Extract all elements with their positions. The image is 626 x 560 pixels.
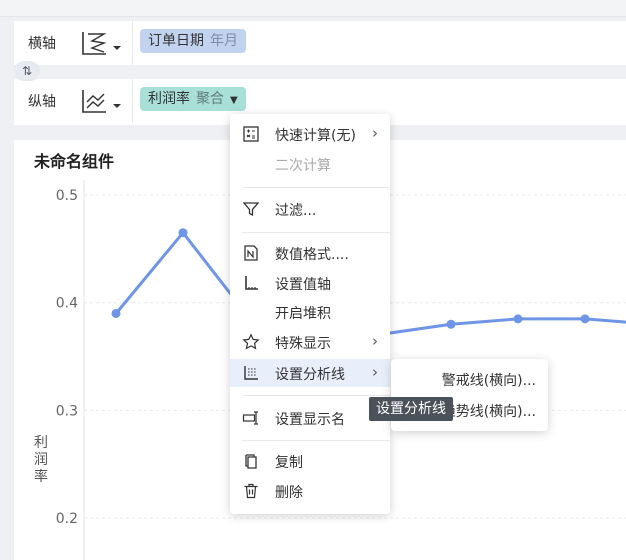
menu-item-enable-stack[interactable]: 开启堆积	[230, 298, 390, 326]
data-point	[111, 308, 121, 318]
filter-icon	[242, 200, 260, 218]
y-tick-label: 0.5	[56, 188, 78, 204]
x-axis-field-name: 订单日期	[148, 33, 204, 49]
star-icon	[242, 333, 260, 351]
menu-item-copy[interactable]: 复制	[230, 447, 390, 475]
menu-separator	[242, 395, 390, 396]
data-point	[513, 314, 523, 324]
menu-item-delete[interactable]: 删除	[230, 477, 390, 505]
copy-icon	[242, 452, 260, 470]
menu-separator	[242, 187, 390, 188]
y-tick-label: 0.3	[56, 403, 78, 419]
tooltip: 设置分析线	[369, 397, 453, 421]
y-axis-aggregation: 聚合	[196, 91, 224, 107]
x-axis-divider	[132, 21, 133, 65]
menu-item-value-axis[interactable]: 设置值轴	[230, 269, 390, 297]
menu-item-secondary-calc: 二次计算	[230, 150, 390, 178]
y-axis-label: 纵轴	[28, 94, 56, 110]
x-axis-label: 横轴	[28, 36, 56, 52]
caret-down-icon[interactable]: ▼	[230, 95, 238, 106]
line-chart-icon[interactable]	[80, 86, 124, 116]
number-format-icon	[242, 244, 260, 262]
menu-item-label: 数值格式....	[275, 247, 349, 263]
analysis-line-icon	[242, 364, 260, 382]
menu-item-label: 特殊显示	[275, 336, 331, 352]
data-point	[446, 319, 456, 329]
context-menu: 快速计算(无) › 二次计算 过滤... 数值格式.... 设置值轴 开启堆积 …	[230, 114, 390, 514]
submenu-item-trend-line[interactable]: 趋势线(横向)...	[442, 401, 536, 421]
axis-panel: 横轴 订单日期 年月 纵轴 利润率 聚合 ▼	[14, 21, 626, 125]
axis-chart-icon[interactable]	[80, 28, 124, 58]
y-axis-divider	[132, 79, 133, 123]
menu-item-quick-calc[interactable]: 快速计算(无) ›	[230, 120, 390, 148]
y-axis-field-pill[interactable]: 利润率 聚合 ▼	[140, 87, 246, 111]
data-point	[580, 314, 590, 324]
axis-separator	[14, 65, 626, 79]
trash-icon	[242, 482, 260, 500]
chevron-right-icon: ›	[372, 363, 378, 381]
menu-item-label: 设置值轴	[275, 277, 331, 293]
menu-separator	[242, 440, 390, 441]
menu-item-label: 快速计算(无)	[275, 128, 356, 144]
menu-item-display-name[interactable]: 设置显示名	[230, 404, 390, 432]
data-point	[178, 228, 188, 238]
y-tick-label: 0.2	[56, 511, 78, 527]
chevron-right-icon: ›	[372, 332, 378, 350]
value-axis-icon	[242, 274, 260, 292]
submenu-item-warning-line[interactable]: 警戒线(横向)...	[442, 370, 536, 390]
y-axis-title: 利润率	[34, 435, 48, 485]
menu-item-number-format[interactable]: 数值格式....	[230, 239, 390, 267]
swap-axes-icon[interactable]: ⇅	[14, 61, 40, 81]
menu-item-filter[interactable]: 过滤...	[230, 195, 390, 223]
menu-item-label: 二次计算	[275, 158, 331, 174]
menu-item-label: 开启堆积	[275, 306, 331, 322]
menu-item-label: 复制	[275, 455, 303, 471]
top-strip	[0, 0, 626, 17]
y-tick-label: 0.4	[56, 296, 78, 312]
x-axis-field-pill[interactable]: 订单日期 年月	[140, 29, 246, 53]
rename-icon	[242, 409, 260, 427]
menu-item-label: 删除	[275, 485, 303, 501]
menu-item-label: 设置分析线	[275, 367, 345, 383]
menu-item-analysis-line[interactable]: 设置分析线 ›	[230, 359, 390, 387]
menu-separator	[242, 232, 390, 233]
quick-calc-icon	[242, 125, 260, 143]
x-axis-row: 横轴 订单日期 年月	[14, 21, 626, 65]
menu-item-label: 过滤...	[275, 203, 317, 219]
x-axis-granularity: 年月	[210, 33, 238, 49]
y-axis-field-name: 利润率	[148, 91, 190, 107]
chevron-right-icon: ›	[372, 124, 378, 142]
menu-item-label: 设置显示名	[275, 412, 345, 428]
menu-item-special-display[interactable]: 特殊显示 ›	[230, 328, 390, 356]
